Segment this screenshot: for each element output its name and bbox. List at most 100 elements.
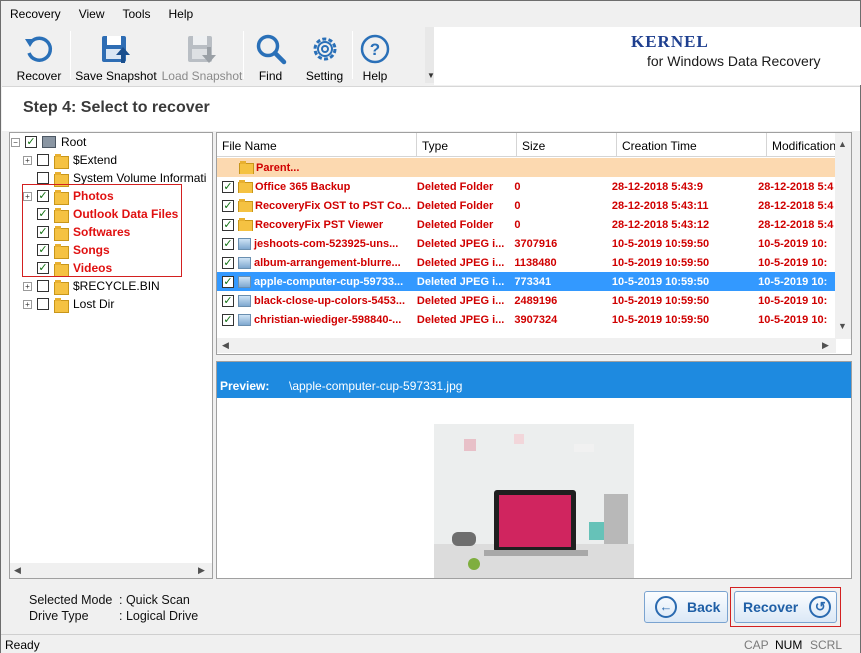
tree-item[interactable]: + $Extend bbox=[23, 151, 117, 169]
toolbar: Recover Save Snapshot Load Snapshot Find… bbox=[1, 27, 434, 85]
tree-item[interactable]: + Lost Dir bbox=[23, 295, 114, 313]
scroll-right-icon[interactable]: ▶ bbox=[198, 565, 205, 576]
file-checkbox[interactable]: ✓ bbox=[222, 218, 234, 231]
svg-text:?: ? bbox=[370, 40, 380, 59]
folder-icon bbox=[54, 207, 69, 223]
column-header-file-name[interactable]: File Name bbox=[217, 133, 417, 157]
expand-icon[interactable]: + bbox=[23, 155, 32, 165]
help-button[interactable]: ? Help bbox=[353, 27, 397, 83]
file-row[interactable]: ✓ jeshoots-com-523925-uns... Deleted JPEG … bbox=[217, 234, 837, 253]
file-size: 0 bbox=[514, 180, 521, 193]
file-row[interactable]: ✓ christian-wiediger-598840-... Deleted JP… bbox=[217, 310, 837, 329]
file-list-horizontal-scrollbar[interactable]: ◀ ▶ bbox=[217, 338, 836, 353]
file-checkbox[interactable]: ✓ bbox=[222, 237, 234, 250]
file-row[interactable]: ✓ apple-computer-cup-59733... Deleted JPEG… bbox=[217, 272, 837, 291]
file-list: File Name Type Size Creation Time Modifi… bbox=[216, 132, 852, 355]
recover-icon: ↺ bbox=[809, 596, 832, 618]
save-snapshot-button[interactable]: Save Snapshot bbox=[71, 27, 161, 83]
scroll-down-icon[interactable]: ▼ bbox=[838, 321, 847, 331]
load-snapshot-button[interactable]: Load Snapshot bbox=[161, 27, 243, 83]
file-modified: 10-5-2019 10: bbox=[758, 275, 828, 288]
tree-checkbox[interactable]: ✓ bbox=[37, 262, 49, 274]
scroll-left-icon[interactable]: ◀ bbox=[222, 340, 229, 351]
file-row[interactable]: ✓ Office 365 Backup Deleted Folder 0 28-12-2… bbox=[217, 177, 837, 196]
load-snapshot-icon bbox=[188, 36, 216, 63]
help-icon: ? bbox=[360, 34, 390, 64]
file-type: Deleted Folder bbox=[416, 180, 494, 193]
file-row[interactable]: ✓ black-close-up-colors-5453... Deleted JP… bbox=[217, 291, 837, 310]
recover-button[interactable]: Recover ↺ bbox=[734, 591, 837, 623]
tree-checkbox[interactable] bbox=[37, 172, 49, 184]
menu-recovery[interactable]: Recovery bbox=[1, 3, 70, 25]
expand-icon[interactable]: + bbox=[23, 281, 32, 291]
column-header-creation-time[interactable]: Creation Time bbox=[617, 133, 767, 157]
folder-icon bbox=[54, 297, 69, 313]
expand-icon[interactable]: − bbox=[11, 137, 20, 147]
file-list-vertical-scrollbar[interactable]: ▲ ▼ bbox=[835, 133, 851, 339]
arrow-left-icon: ← bbox=[655, 596, 677, 618]
tree-item[interactable]: − ✓ Root bbox=[11, 133, 86, 151]
tree-horizontal-scrollbar[interactable]: ◀ ▶ bbox=[10, 563, 212, 578]
tree-item[interactable]: + $RECYCLE.BIN bbox=[23, 277, 160, 295]
recover-toolbar-button[interactable]: Recover bbox=[8, 27, 70, 83]
file-checkbox[interactable]: ✓ bbox=[222, 256, 234, 269]
expand-icon[interactable]: + bbox=[23, 191, 32, 201]
tree-checkbox[interactable]: ✓ bbox=[37, 226, 49, 238]
setting-button[interactable]: Setting bbox=[297, 27, 352, 83]
menu-help[interactable]: Help bbox=[160, 3, 203, 25]
image-file-icon bbox=[238, 256, 251, 269]
file-type: Deleted Folder bbox=[416, 218, 494, 231]
file-type: Deleted JPEG i... bbox=[416, 256, 505, 269]
tree-checkbox[interactable]: ✓ bbox=[25, 136, 37, 148]
file-checkbox[interactable]: ✓ bbox=[222, 180, 234, 193]
file-row[interactable]: Parent... bbox=[217, 158, 837, 177]
file-row[interactable]: ✓ album-arrangement-blurre... Deleted JPEG… bbox=[217, 253, 837, 272]
file-size: 1138480 bbox=[514, 256, 557, 269]
scroll-left-icon[interactable]: ◀ bbox=[14, 565, 21, 576]
back-label: Back bbox=[687, 599, 721, 615]
menu-view[interactable]: View bbox=[70, 3, 114, 25]
file-created: 10-5-2019 10:59:50 bbox=[611, 256, 710, 269]
file-name: jeshoots-com-523925-uns... bbox=[254, 237, 399, 250]
file-row[interactable]: ✓ RecoveryFix OST to PST Co... Deleted Fol… bbox=[217, 196, 837, 215]
tree-item-label: Songs bbox=[73, 243, 110, 257]
file-checkbox[interactable]: ✓ bbox=[222, 294, 234, 307]
folder-icon bbox=[238, 199, 253, 212]
recover-icon bbox=[25, 36, 53, 62]
scroll-up-icon[interactable]: ▲ bbox=[838, 139, 847, 149]
tree-item-label: $RECYCLE.BIN bbox=[73, 279, 160, 293]
file-created: 28-12-2018 5:43:12 bbox=[611, 218, 710, 231]
scroll-right-icon[interactable]: ▶ bbox=[822, 340, 829, 351]
image-file-icon bbox=[238, 294, 251, 307]
menu-tools[interactable]: Tools bbox=[113, 3, 159, 25]
toolbar-overflow-grip[interactable]: ▼ bbox=[425, 27, 435, 83]
tree-checkbox[interactable] bbox=[37, 280, 49, 292]
file-checkbox[interactable]: ✓ bbox=[222, 313, 234, 326]
folder-icon bbox=[54, 261, 69, 277]
tree-item[interactable]: ✓ Videos bbox=[23, 259, 112, 277]
tree-item[interactable]: System Volume Informati bbox=[23, 169, 206, 187]
tree-checkbox[interactable] bbox=[37, 154, 49, 166]
tree-checkbox[interactable]: ✓ bbox=[37, 244, 49, 256]
tree-checkbox[interactable] bbox=[37, 298, 49, 310]
column-header-size[interactable]: Size bbox=[517, 133, 617, 157]
file-row[interactable]: ✓ RecoveryFix PST Viewer Deleted Folder 0 28… bbox=[217, 215, 837, 234]
image-file-icon bbox=[238, 237, 251, 250]
step-title: Step 4: Select to recover bbox=[23, 99, 210, 116]
tree-item[interactable]: ✓ Songs bbox=[23, 241, 110, 259]
save-snapshot-label: Save Snapshot bbox=[75, 69, 157, 83]
folder-icon bbox=[238, 218, 253, 231]
tree-item[interactable]: + ✓ Photos bbox=[23, 187, 114, 205]
tree-item[interactable]: ✓ Outlook Data Files bbox=[23, 205, 178, 223]
file-checkbox[interactable]: ✓ bbox=[222, 199, 234, 212]
tree-checkbox[interactable]: ✓ bbox=[37, 208, 49, 220]
tree-item[interactable]: ✓ Softwares bbox=[23, 223, 130, 241]
tree-item-label: System Volume Informati bbox=[73, 171, 207, 185]
tree-checkbox[interactable]: ✓ bbox=[37, 190, 49, 202]
expand-icon[interactable]: + bbox=[23, 299, 32, 309]
back-button[interactable]: ← Back bbox=[644, 591, 728, 623]
find-label: Find bbox=[258, 69, 283, 83]
file-checkbox[interactable]: ✓ bbox=[222, 275, 234, 288]
find-button[interactable]: Find bbox=[244, 27, 297, 83]
column-header-type[interactable]: Type bbox=[417, 133, 517, 157]
